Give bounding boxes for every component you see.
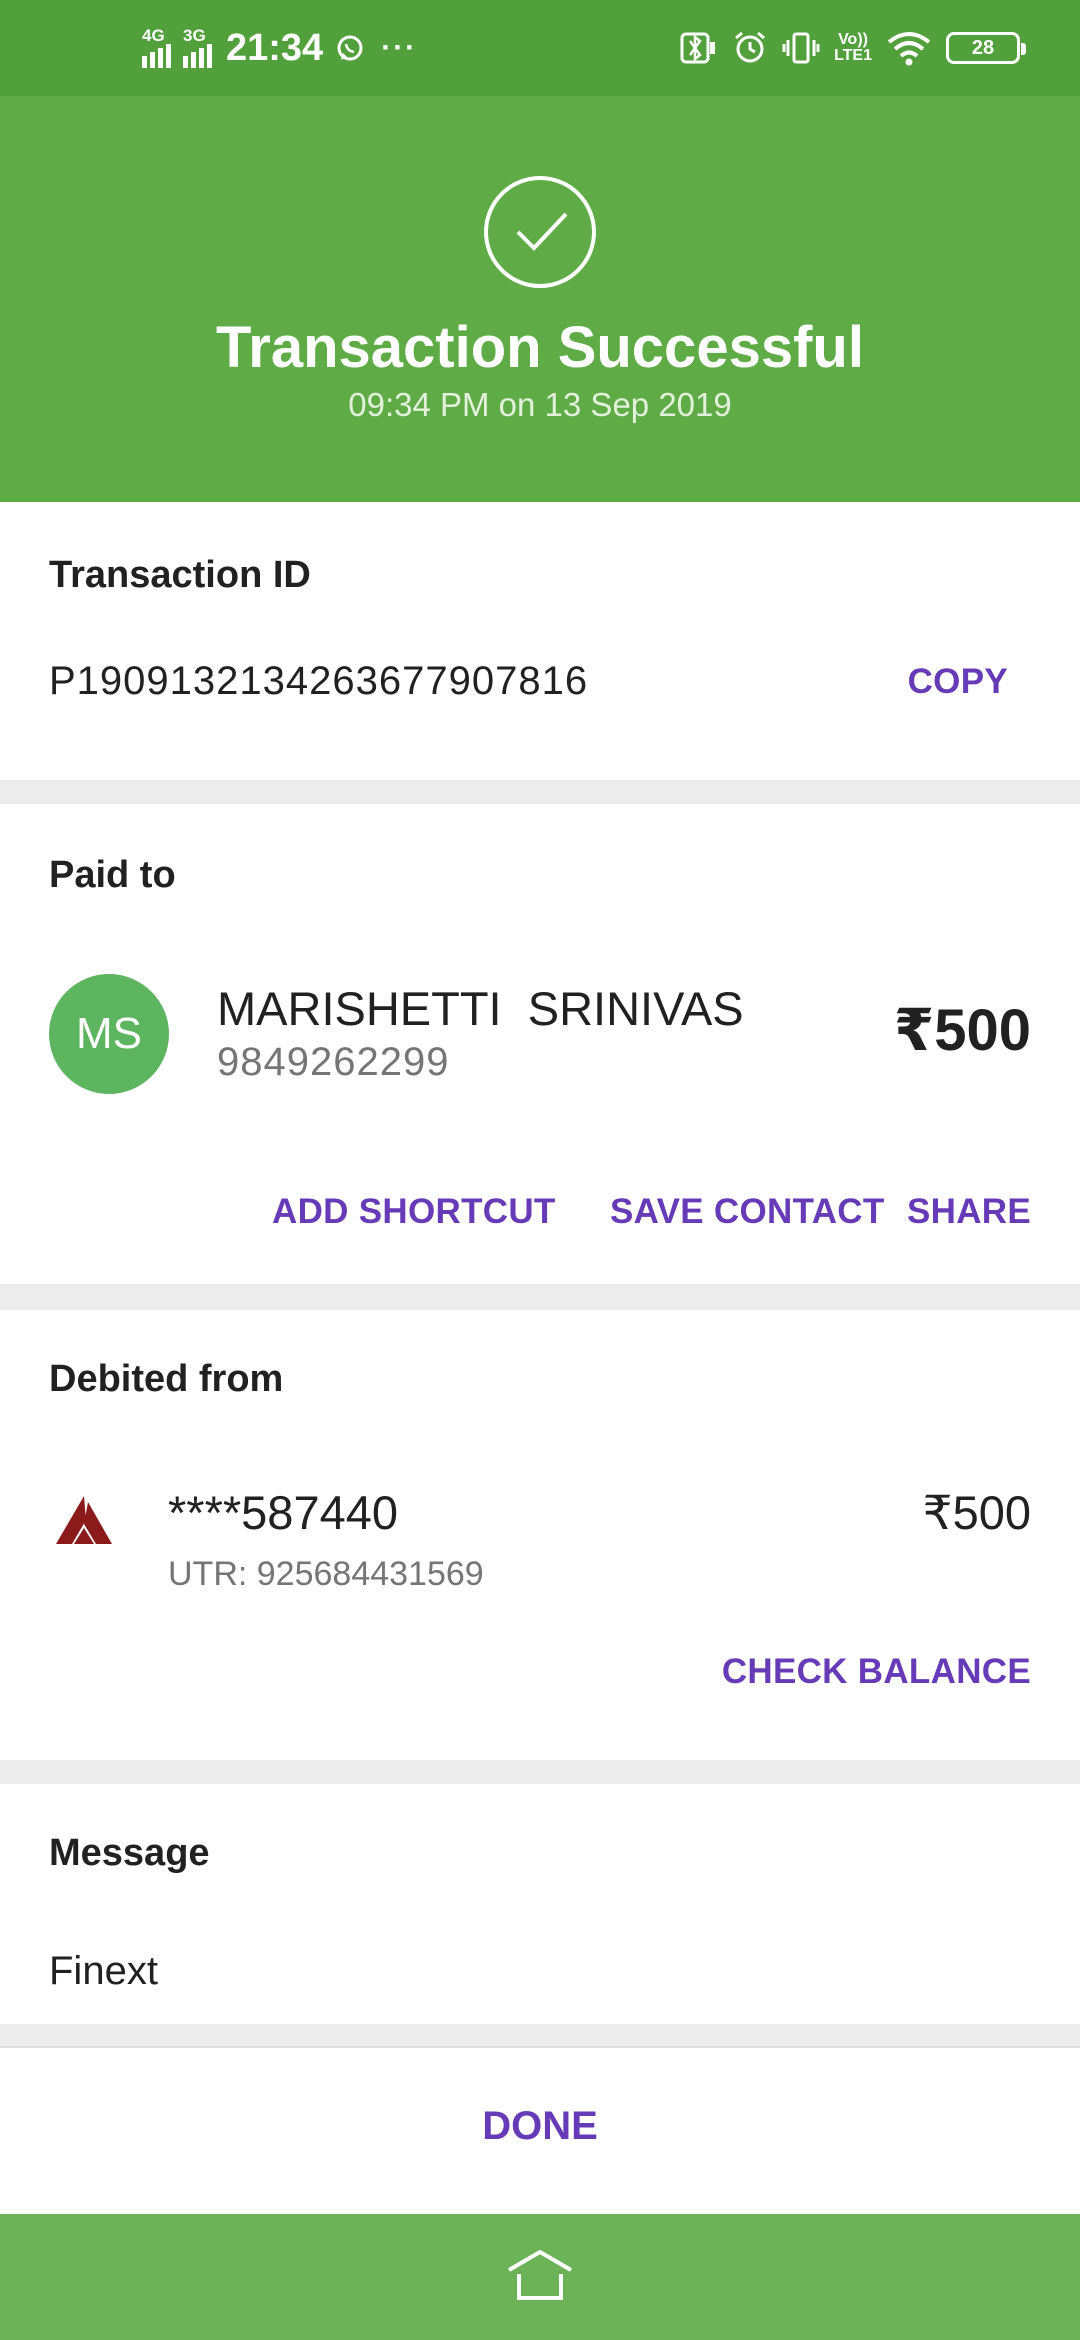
battery-icon: 28 xyxy=(946,32,1026,64)
signal-4g-label: 4G xyxy=(142,26,165,45)
more-notifications-indicator: ··· xyxy=(381,31,418,64)
whatsapp-icon xyxy=(337,35,363,61)
section-divider xyxy=(0,780,1080,804)
signal-3g-label: 3G xyxy=(183,26,206,45)
paid-amount: ₹500 xyxy=(893,998,1031,1063)
volte-indicator: Vo)) LTE1 xyxy=(834,32,872,64)
clock: 21:34 xyxy=(226,26,324,69)
debited-amount: ₹500 xyxy=(922,1486,1031,1539)
lte-label: LTE1 xyxy=(834,47,872,64)
volte-label: Vo)) xyxy=(838,31,868,48)
debited-from-card: Debited from ****587440 UTR: 92568443156… xyxy=(0,1310,1080,1760)
transaction-id-card: Transaction ID P1909132134263677907816 C… xyxy=(0,502,1080,780)
wifi-icon xyxy=(887,32,931,66)
status-left: 4G 3G 21:34 ··· xyxy=(142,0,417,96)
navigation-bar xyxy=(0,2214,1080,2340)
signal-4g-icon: 4G xyxy=(142,26,171,68)
add-shortcut-button[interactable]: ADD SHORTCUT xyxy=(272,1192,556,1232)
done-bar: DONE xyxy=(0,2046,1080,2214)
debited-from-label: Debited from xyxy=(49,1358,284,1400)
save-contact-button[interactable]: SAVE CONTACT xyxy=(610,1192,885,1232)
status-bar: 4G 3G 21:34 ··· Vo)) LTE1 28 xyxy=(0,0,1080,96)
avatar-initials: MS xyxy=(76,1009,142,1058)
payee-phone: 9849262299 xyxy=(217,1040,450,1084)
alarm-icon xyxy=(735,31,766,63)
paid-to-label: Paid to xyxy=(49,854,176,896)
success-header: Transaction Successful 09:34 PM on 13 Se… xyxy=(0,96,1080,502)
vibrate-icon xyxy=(782,32,820,64)
transaction-datetime: 09:34 PM on 13 Sep 2019 xyxy=(348,386,732,423)
avatar: MS xyxy=(49,974,169,1094)
transaction-id-label: Transaction ID xyxy=(49,554,311,596)
transaction-id-value: P1909132134263677907816 xyxy=(49,659,589,703)
check-balance-button[interactable]: CHECK BALANCE xyxy=(722,1652,1031,1692)
signal-3g-icon: 3G xyxy=(183,26,212,68)
bluetooth-battery-icon xyxy=(680,32,716,64)
axis-bank-logo xyxy=(56,1496,112,1544)
utr-number: UTR: 925684431569 xyxy=(168,1555,484,1593)
section-divider xyxy=(0,1284,1080,1310)
copy-button[interactable]: COPY xyxy=(908,662,1008,702)
page-title: Transaction Successful xyxy=(216,315,864,380)
success-check-icon xyxy=(484,176,596,288)
home-icon[interactable] xyxy=(505,2248,575,2304)
done-button[interactable]: DONE xyxy=(0,2104,1080,2149)
debit-account-number: ****587440 xyxy=(168,1486,398,1539)
battery-level: 28 xyxy=(971,36,995,59)
message-text: Finext xyxy=(49,1949,158,1993)
message-label: Message xyxy=(49,1832,210,1874)
paid-to-card: Paid to MS MARISHETTI SRINIVAS 984926229… xyxy=(0,804,1080,1284)
message-card: Message Finext xyxy=(0,1784,1080,2024)
section-divider xyxy=(0,2024,1080,2046)
section-divider xyxy=(0,1760,1080,1784)
status-right: Vo)) LTE1 28 xyxy=(680,0,1026,96)
share-button[interactable]: SHARE xyxy=(907,1192,1031,1232)
payee-name: MARISHETTI SRINIVAS xyxy=(217,982,744,1035)
